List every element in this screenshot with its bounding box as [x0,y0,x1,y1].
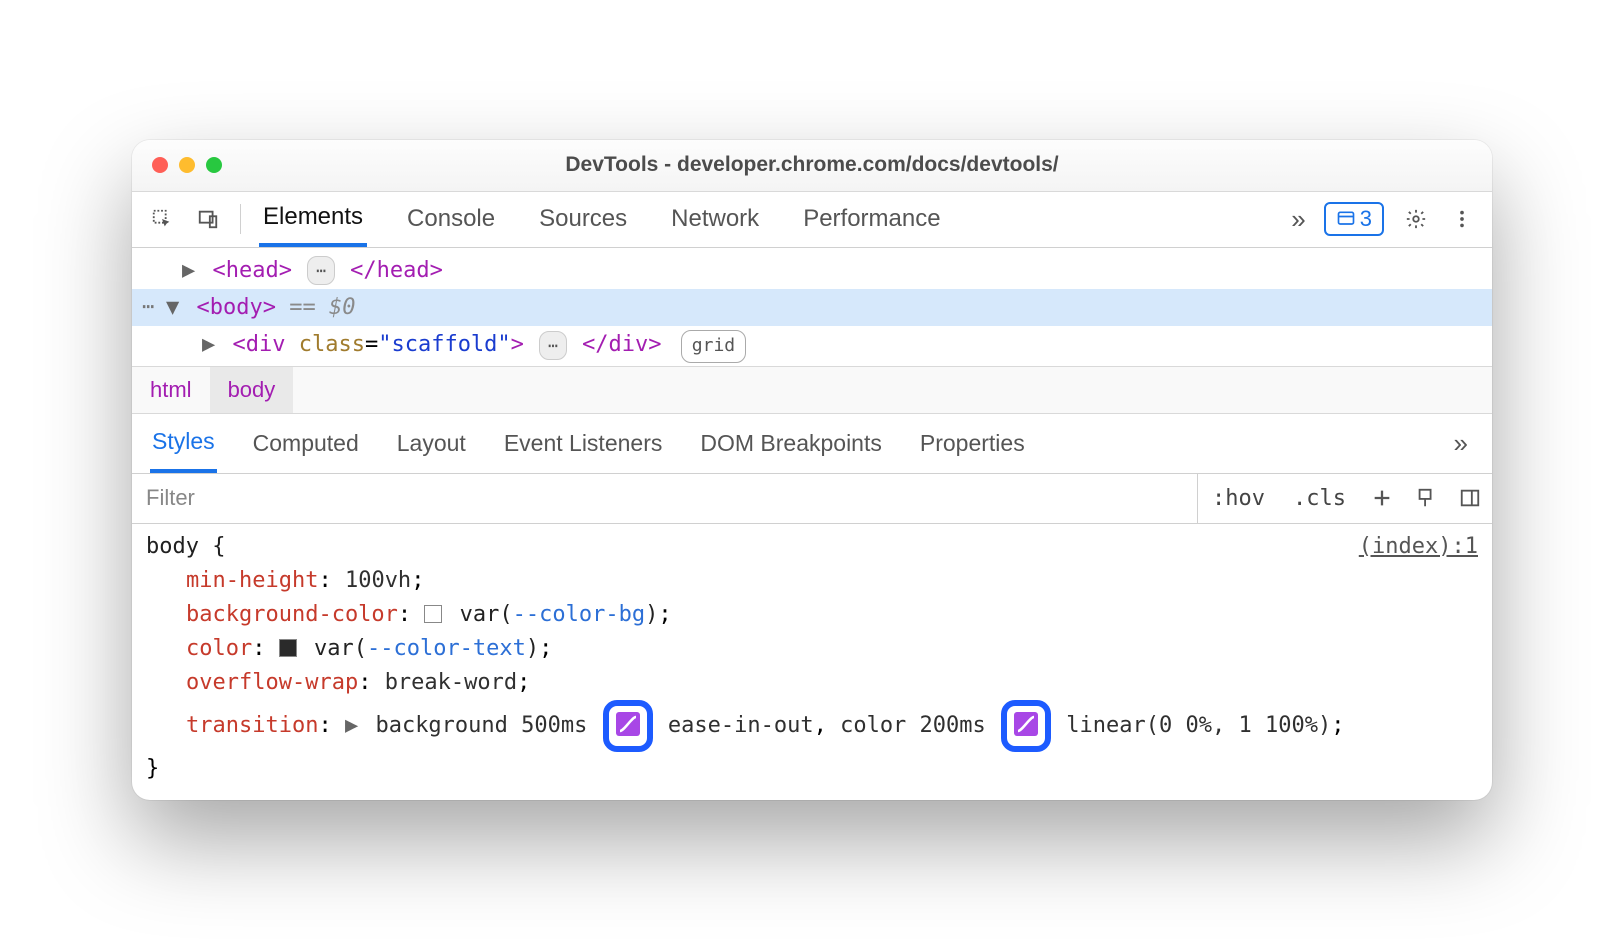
subtab-computed[interactable]: Computed [251,416,361,471]
dom-node-div[interactable]: ▶ <div class="scaffold"> ⋯ </div> grid [132,326,1492,363]
color-swatch-icon[interactable] [424,605,442,623]
hov-toggle[interactable]: :hov [1198,486,1279,511]
settings-icon[interactable] [1396,199,1436,239]
easing-editor-highlight [603,700,653,752]
close-window-button[interactable] [152,157,168,173]
styles-filter-input[interactable] [132,474,1198,523]
dom-node-body[interactable]: ⋯ ▼ <body> == $0 [132,289,1492,326]
styles-subtabs: Styles Computed Layout Event Listeners D… [132,414,1492,474]
css-prop-min-height[interactable]: min-height: 100vh; [146,564,1478,598]
window-title: DevTools - developer.chrome.com/docs/dev… [132,153,1492,177]
styles-rules: body { (index):1 min-height: 100vh; back… [132,524,1492,801]
easing-editor-icon[interactable] [616,712,640,736]
expand-arrow-icon[interactable]: ▶ [345,713,358,738]
crumb-body[interactable]: body [210,367,294,413]
traffic-lights [152,157,222,173]
new-style-rule-icon[interactable] [1360,487,1404,509]
device-toolbar-icon[interactable] [188,199,228,239]
tab-network[interactable]: Network [667,193,763,245]
expand-arrow-icon[interactable]: ▶ [202,326,215,363]
collapse-arrow-icon[interactable]: ▼ [166,289,179,326]
minimize-window-button[interactable] [179,157,195,173]
tab-elements[interactable]: Elements [259,191,367,247]
toolbar-divider [240,204,241,234]
toggle-sidebar-icon[interactable] [1448,487,1492,509]
grid-badge[interactable]: grid [681,330,746,363]
easing-editor-highlight [1001,700,1051,752]
css-prop-transition[interactable]: transition: ▶ background 500ms ease-in-o… [146,700,1478,752]
easing-editor-icon[interactable] [1014,712,1038,736]
tab-console[interactable]: Console [403,193,499,245]
subtab-styles[interactable]: Styles [150,414,217,473]
subtab-dom-breakpoints[interactable]: DOM Breakpoints [698,416,884,471]
issues-count: 3 [1360,206,1372,232]
subtab-event-listeners[interactable]: Event Listeners [502,416,665,471]
titlebar: DevTools - developer.chrome.com/docs/dev… [132,140,1492,192]
rule-source-link[interactable]: (index):1 [1359,530,1478,564]
dom-node-head[interactable]: ▶ <head> ⋯ </head> [132,252,1492,289]
styles-filter-row: :hov .cls [132,474,1492,524]
subtab-layout[interactable]: Layout [395,416,468,471]
issues-badge[interactable]: 3 [1324,202,1384,236]
tab-sources[interactable]: Sources [535,193,631,245]
dom-tree[interactable]: ▶ <head> ⋯ </head> ⋯ ▼ <body> == $0 ▶ <d… [132,248,1492,366]
css-prop-background-color[interactable]: background-color: var(--color-bg); [146,598,1478,632]
devtools-window: DevTools - developer.chrome.com/docs/dev… [132,140,1492,801]
rule-close-brace: } [146,752,1478,786]
ellipsis-badge[interactable]: ⋯ [307,256,335,285]
row-menu-icon[interactable]: ⋯ [142,289,154,323]
expand-arrow-icon[interactable]: ▶ [182,252,195,289]
ellipsis-badge[interactable]: ⋯ [539,331,567,360]
css-prop-overflow-wrap[interactable]: overflow-wrap: break-word; [146,666,1478,700]
main-tabs: Elements Console Sources Network Perform… [259,191,945,247]
subtab-properties[interactable]: Properties [918,416,1027,471]
crumb-html[interactable]: html [132,367,210,413]
kebab-menu-icon[interactable] [1442,199,1482,239]
more-subtabs-icon[interactable]: » [1448,428,1474,459]
rule-selector[interactable]: body { [146,530,225,564]
inspect-element-icon[interactable] [142,199,182,239]
more-tabs-icon[interactable]: » [1285,204,1311,235]
cls-toggle[interactable]: .cls [1279,486,1360,511]
dom-breadcrumbs: html body [132,366,1492,414]
main-toolbar: Elements Console Sources Network Perform… [132,192,1492,248]
color-swatch-icon[interactable] [279,639,297,657]
css-prop-color[interactable]: color: var(--color-text); [146,632,1478,666]
tab-performance[interactable]: Performance [799,193,944,245]
zoom-window-button[interactable] [206,157,222,173]
paint-flash-icon[interactable] [1404,487,1448,509]
